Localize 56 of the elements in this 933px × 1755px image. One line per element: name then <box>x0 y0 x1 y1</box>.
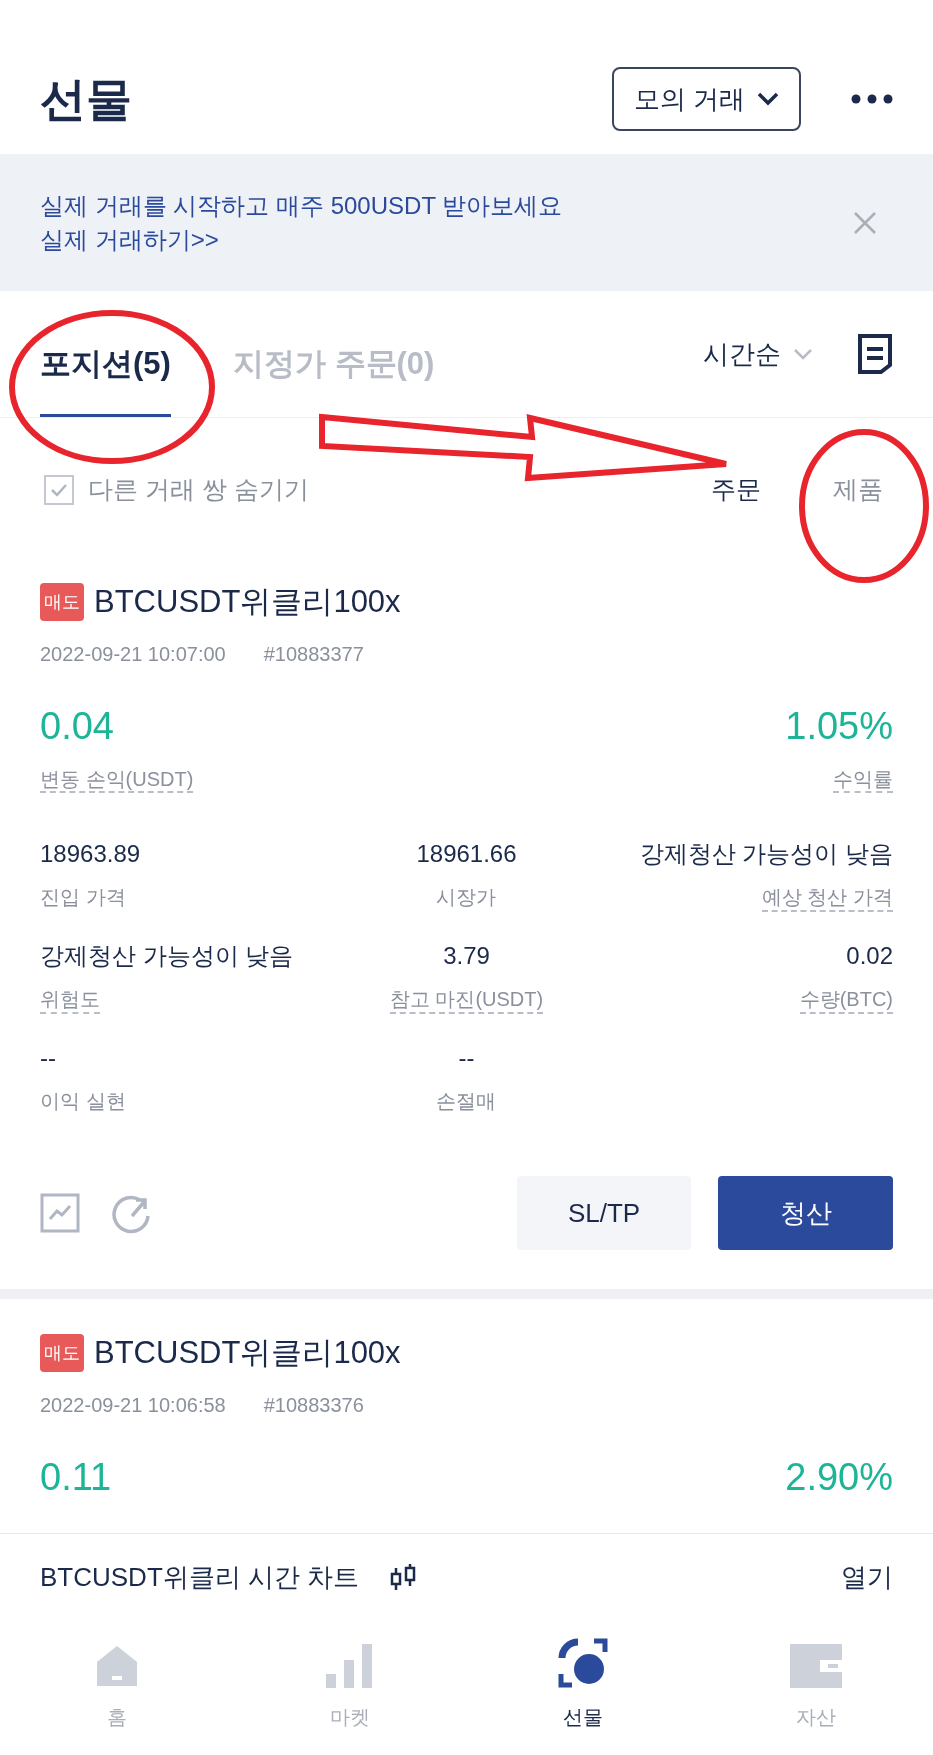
position-id: #10883377 <box>263 642 364 667</box>
tab[interactable]: 포지션(5) <box>40 325 171 417</box>
side-badge: 매도 <box>40 583 84 621</box>
open-time: 2022-09-21 10:07:00 <box>40 642 226 667</box>
field-value: 강제청산 가능성이 낮음 <box>639 839 893 869</box>
chart-icon[interactable] <box>40 1193 80 1233</box>
field-label: 예상 청산 가격 <box>761 884 893 912</box>
check-icon <box>50 483 68 497</box>
roe-label: 수익률 <box>833 767 893 793</box>
bar-chart-icon <box>325 1644 374 1688</box>
field-value: -- <box>458 1043 475 1073</box>
field-value: 3.79 <box>443 941 490 971</box>
futures-icon <box>558 1638 609 1688</box>
sort-dropdown[interactable]: 시간순 <box>703 334 813 374</box>
field-value: -- <box>40 1043 56 1073</box>
open-chart-link[interactable]: 열기 <box>841 1557 893 1597</box>
checkbox[interactable] <box>44 475 74 505</box>
pnl-value: 0.11 <box>40 1454 112 1500</box>
page-title: 선물 <box>40 71 132 127</box>
candlestick-icon <box>389 1562 418 1592</box>
chevron-down-icon <box>793 348 813 360</box>
promo-text: 실제 거래를 시작하고 매주 500USDT 받아보세요 <box>40 190 563 221</box>
field-value: 0.02 <box>846 941 893 971</box>
wallet-icon <box>790 1644 843 1688</box>
pnl-label: 변동 손익(USDT) <box>40 767 194 793</box>
chevron-down-icon <box>757 92 779 106</box>
close-position-button[interactable]: 청산 <box>718 1176 893 1250</box>
field-label: 손절매 <box>436 1089 497 1114</box>
field-value: 강제청산 가능성이 낮음 <box>40 941 294 971</box>
more-icon[interactable] <box>851 94 893 104</box>
side-badge: 매도 <box>40 1334 84 1372</box>
pnl-value: 0.04 <box>40 703 114 749</box>
promo-link[interactable]: 실제 거래하기>> <box>40 222 563 257</box>
sl-tp-button[interactable]: SL/TP <box>517 1176 691 1250</box>
position-id: #10883376 <box>263 1393 364 1418</box>
roe-value: 1.05% <box>785 703 893 749</box>
field-label: 참고 마진(USDT) <box>389 986 544 1014</box>
close-icon[interactable] <box>853 210 877 235</box>
nav-item[interactable]: 선물 <box>466 1638 700 1732</box>
home-icon <box>94 1644 139 1688</box>
chart-bar-title: BTCUSDT위클리 시간 차트 <box>40 1560 360 1594</box>
field-value: 18963.89 <box>40 839 141 869</box>
symbol-name: BTCUSDT위클리100x <box>94 1333 401 1372</box>
view-toggle[interactable]: 주문 <box>711 471 761 509</box>
field-label: 진입 가격 <box>40 885 126 910</box>
field-value: 18961.66 <box>416 839 517 869</box>
checkbox-label: 다른 거래 쌍 숨기기 <box>88 474 309 506</box>
field-label: 이익 실현 <box>40 1089 126 1114</box>
field-label: 시장가 <box>436 885 497 910</box>
document-icon[interactable] <box>857 333 893 375</box>
roe-value: 2.90% <box>785 1454 893 1500</box>
open-time: 2022-09-21 10:06:58 <box>40 1393 226 1418</box>
symbol-name: BTCUSDT위클리100x <box>94 582 401 621</box>
mode-dropdown[interactable]: 모의 거래 <box>611 67 801 131</box>
field-label: 위험도 <box>40 986 100 1014</box>
field-label: 수량(BTC) <box>799 986 893 1014</box>
